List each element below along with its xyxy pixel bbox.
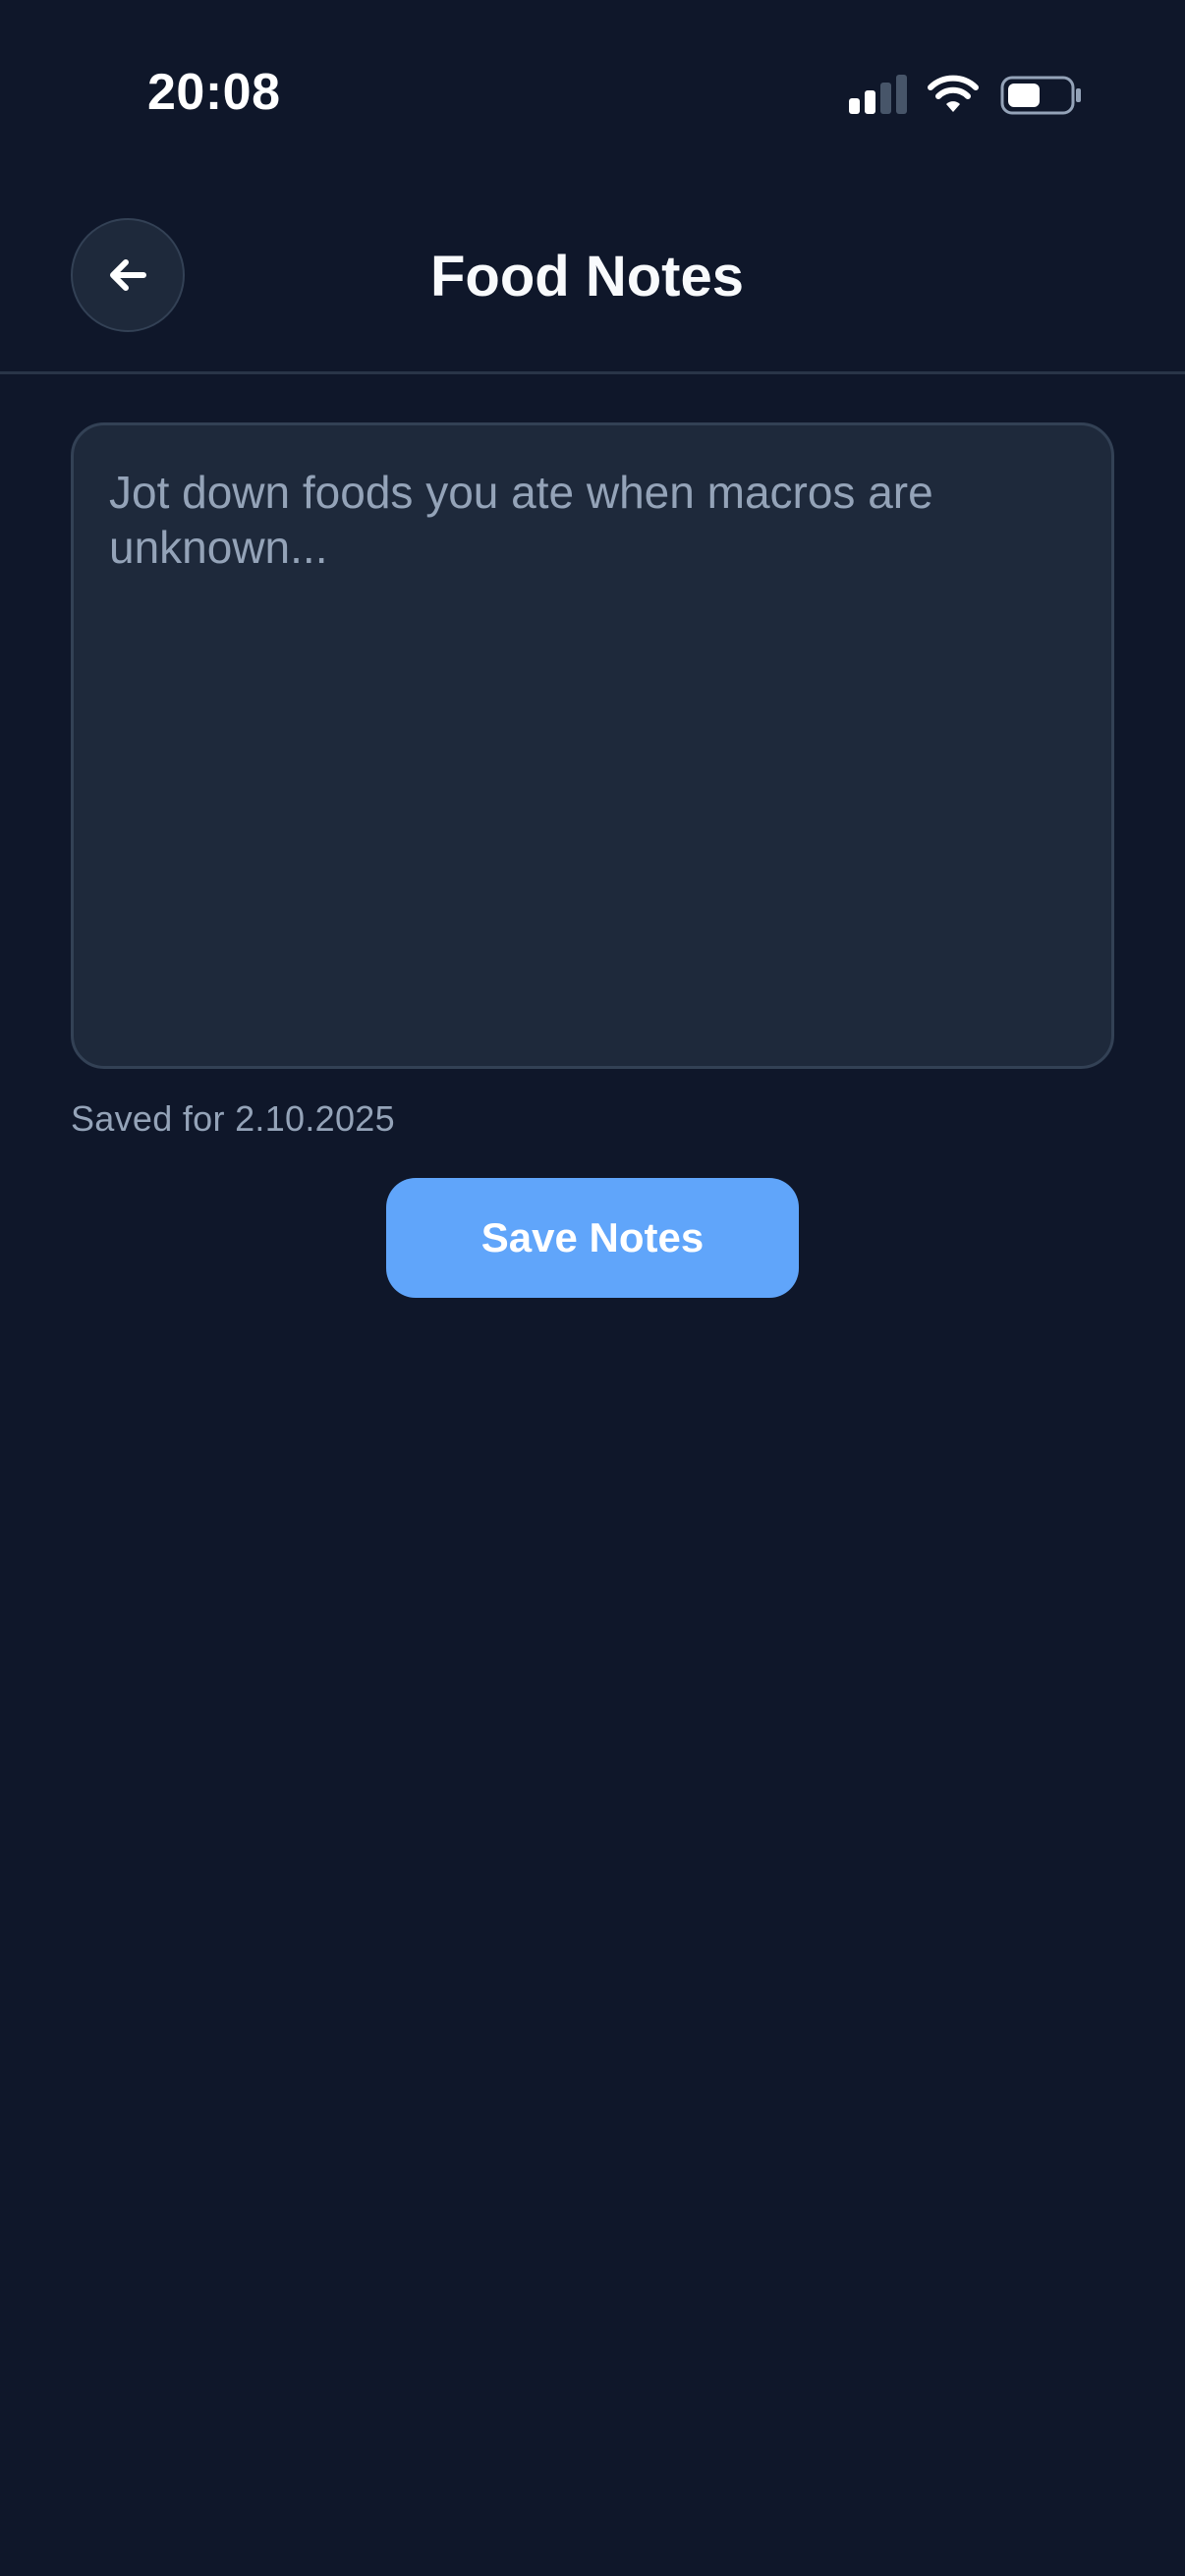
wifi-icon <box>928 75 979 112</box>
header: Food Notes <box>0 196 1185 374</box>
saved-status-text: Saved for 2.10.2025 <box>71 1098 395 1139</box>
battery-icon <box>1000 76 1081 115</box>
page-title: Food Notes <box>430 245 744 308</box>
notes-box <box>71 422 1114 1069</box>
status-bar: 20:08 <box>0 0 1185 177</box>
status-time: 20:08 <box>147 64 281 121</box>
signal-icon <box>849 75 907 114</box>
notes-textarea[interactable] <box>74 425 1111 1066</box>
save-notes-button[interactable]: Save Notes <box>386 1178 799 1298</box>
